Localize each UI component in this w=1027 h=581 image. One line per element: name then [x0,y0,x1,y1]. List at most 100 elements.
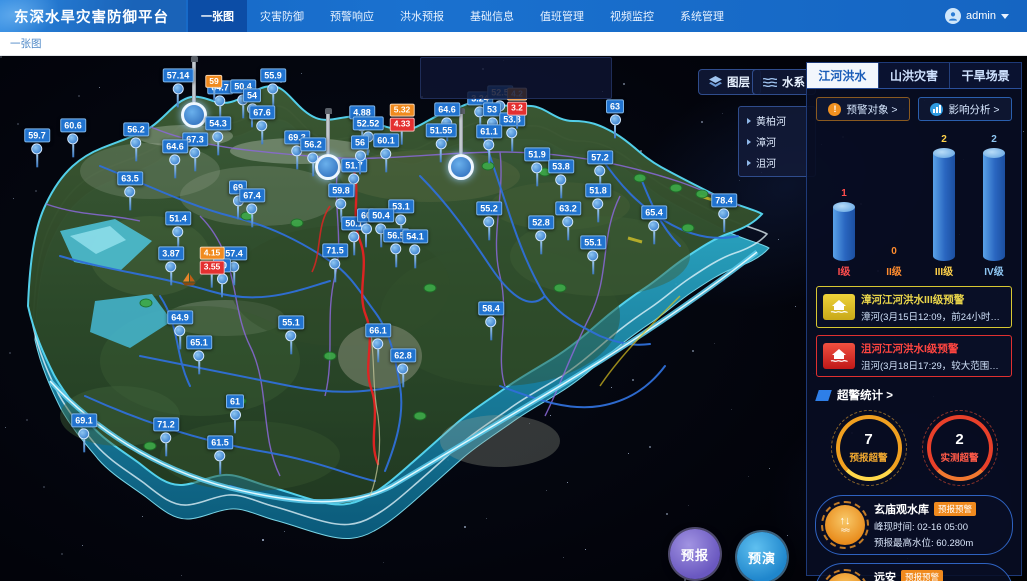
nav-item-视频监控[interactable]: 视频监控 [597,0,667,32]
station-pin-head [595,166,606,177]
station-marker[interactable]: 51.8 [585,183,611,222]
nav-item-系统管理[interactable]: 系统管理 [667,0,737,32]
station-marker[interactable]: 61.5 [207,435,233,474]
station-pin-head [373,339,384,350]
nav-item-洪水预报[interactable]: 洪水预报 [387,0,457,32]
station-marker[interactable]: 51.9 [524,147,550,186]
station-pin-head [719,209,730,220]
station-marker[interactable]: 66.1 [365,323,391,362]
user-menu[interactable]: admin [945,0,1009,32]
app-logo: 东深水旱灾害防御平台 [0,0,186,32]
tab-干旱场景[interactable]: 干旱场景 [950,63,1021,88]
warning-objects-button[interactable]: !预警对象 > [816,97,910,121]
station-marker[interactable]: 67.4 [239,188,265,227]
forecast-over-warning-gauge[interactable]: 7预报超警 [836,415,902,481]
station-marker[interactable]: 3.87 [158,246,184,285]
alert-item-2[interactable]: 沮河江河洪水I级预警沮河(3月18日17:29，较大范围内前24小时雨... [816,335,1012,377]
station-marker[interactable]: 67.6 [249,105,275,144]
forecast-button[interactable]: 预报 [670,529,720,579]
station-marker[interactable]: 61 [226,394,244,433]
station-marker[interactable]: 55.2 [476,201,502,240]
nav-item-一张图[interactable]: 一张图 [188,0,247,32]
gauge-value: 7 [864,432,872,449]
level-bar-label: II级 [874,263,914,278]
station-marker[interactable]: 56 [351,135,369,174]
station-pin-head [170,155,181,166]
breadcrumb-label[interactable]: 一张图 [10,36,42,51]
station-marker[interactable]: 62.8 [390,348,416,387]
station-marker[interactable]: 53.8 [548,159,574,198]
station-marker[interactable]: 60.6 [60,118,86,157]
station-marker[interactable]: 65.4 [641,205,667,244]
station-marker[interactable]: 55.1 [278,315,304,354]
station-pin-head [215,451,226,462]
station-value-label: 59.7 [24,128,50,142]
warning-station-marker[interactable]: 59 [205,75,222,101]
impact-analysis-button[interactable]: 影响分析 > [918,97,1012,121]
station-marker[interactable]: 63.5 [117,171,143,210]
station-pin-head [410,245,421,256]
station-marker[interactable]: 56.2 [300,137,326,176]
station-marker[interactable]: 59.7 [24,128,50,167]
station-value-label: 66.1 [365,323,391,337]
level-bar-label: III级 [924,263,964,278]
tab-江河洪水[interactable]: 江河洪水 [807,63,879,88]
warning-value-label: 5.32 [390,104,415,117]
station-name: 远安 [874,569,896,581]
station-value-label: 55.1 [278,315,304,329]
forecast-warning-badge: 预报预警 [934,502,976,516]
card-body: 玄庙观水库预报预警峰现时间: 02-16 05:00预报最高水位: 60.280… [874,501,976,549]
over-warning-section-header[interactable]: 超警统计 > [817,387,1011,403]
right-data-panel: 江河洪水山洪灾害干旱场景 !预警对象 > 影响分析 > 1I级0II级2III级2… [806,62,1022,576]
station-marker[interactable]: 63.2 [555,201,581,240]
station-pin-stem [211,274,213,287]
forecast-warning-badge: 预报预警 [901,570,943,581]
station-card-2[interactable]: ↑↓≈≈远安预报预警时间: 02-15 22:00预报水位: 5.230m [815,563,1013,581]
rehearsal-button[interactable]: 预演 [737,532,787,581]
station-ok-dot [324,352,337,361]
river-menu-item-黄柏河[interactable]: 黄柏河 [739,110,815,131]
station-marker[interactable]: 51.55 [426,123,457,162]
river-menu-item-漳河[interactable]: 漳河 [739,131,815,152]
station-marker[interactable]: 58.4 [478,301,504,340]
station-marker[interactable]: 54.3 [205,116,231,155]
warning-level-chart: 1I级0II级2III级2IV级 [815,127,1013,279]
station-marker[interactable]: 56.2 [123,122,149,161]
nav-item-值班管理[interactable]: 值班管理 [527,0,597,32]
station-marker[interactable]: 51.4 [165,211,191,250]
warning-station-marker[interactable]: 4.153.55 [200,247,225,288]
tab-山洪灾害[interactable]: 山洪灾害 [879,63,951,88]
station-marker[interactable]: 52.8 [528,215,554,254]
nav-item-预警响应[interactable]: 预警响应 [317,0,387,32]
station-marker[interactable]: 57.14 [163,68,194,107]
station-pin-head [532,163,543,174]
warning-station-marker[interactable]: 5.324.33 [390,104,415,145]
station-marker[interactable]: 64.6 [162,139,188,178]
station-marker[interactable]: 69.1 [71,413,97,452]
station-marker[interactable]: 65.1 [186,335,212,374]
over-warning-gauges: 7预报超警 2实测超警 [807,405,1021,487]
user-avatar-icon [945,8,961,24]
station-pin-head [436,139,447,150]
station-marker[interactable]: 78.4 [711,193,737,232]
nav-item-基础信息[interactable]: 基础信息 [457,0,527,32]
station-marker[interactable]: 63 [606,99,624,138]
river-menu-item-沮河[interactable]: 沮河 [739,152,815,173]
station-pin-stem [353,243,355,256]
alert-item-1[interactable]: 漳河江河洪水III级预警漳河(3月15日12:09，前24小时面雨量230.2毫… [816,286,1012,328]
station-marker[interactable]: 54.1 [402,229,428,268]
station-marker[interactable]: 55.9 [260,68,286,107]
nav-item-灾害防御[interactable]: 灾害防御 [247,0,317,32]
station-card-1[interactable]: ↑↓≈≈玄庙观水库预报预警峰现时间: 02-16 05:00预报最高水位: 60… [815,495,1013,555]
measured-over-warning-gauge[interactable]: 2实测超警 [927,415,993,481]
station-value-label: 55.9 [260,68,286,82]
station-pin-head [257,121,268,132]
station-marker[interactable]: 55.1 [580,235,606,274]
station-value-label: 51.9 [524,147,550,161]
station-ok-dot [554,284,567,293]
station-pin-head [194,351,205,362]
station-marker[interactable]: 71.2 [153,417,179,456]
station-pin-head [229,410,240,421]
station-marker[interactable]: 61.1 [476,124,502,163]
station-pin-stem [380,235,382,248]
